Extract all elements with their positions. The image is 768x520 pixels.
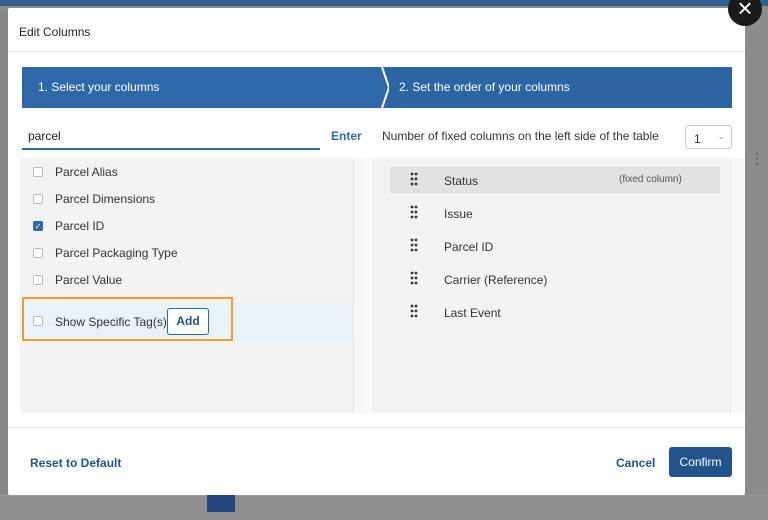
stepper: 2. Set the order of your columns 1. Sele… xyxy=(22,67,732,108)
search-input[interactable] xyxy=(22,124,320,150)
confirm-button[interactable]: Confirm xyxy=(669,447,732,477)
list-item[interactable]: Parcel Value xyxy=(20,266,365,293)
order-item-label: Status xyxy=(444,174,479,188)
reset-to-default-button[interactable]: Reset to Default xyxy=(30,456,121,470)
order-item-status[interactable]: Status (fixed column) xyxy=(390,167,720,193)
checkbox[interactable] xyxy=(33,248,43,258)
carrier-logo-icon xyxy=(207,492,235,512)
order-item[interactable]: Last Event xyxy=(390,299,720,325)
step-2-label: 2. Set the order of your columns xyxy=(399,80,570,94)
order-right-scrollbar[interactable] xyxy=(730,158,745,413)
drag-handle-icon[interactable] xyxy=(410,238,418,252)
drag-handle-icon[interactable] xyxy=(410,205,418,219)
fixed-columns-select[interactable]: 1 ⌄ xyxy=(685,125,732,149)
available-columns-list: Parcel Alias Parcel Dimensions ✓ Parcel … xyxy=(20,158,365,413)
chevron-down-icon: ⌄ xyxy=(717,131,725,141)
step-1-label: 1. Select your columns xyxy=(38,80,160,94)
modal-header: Edit Columns xyxy=(8,8,745,52)
step-arrow-icon xyxy=(371,67,389,108)
edit-columns-modal: Edit Columns 2. Set the order of your co… xyxy=(8,8,745,495)
search-row: Enter xyxy=(22,124,362,158)
order-item-label: Parcel ID xyxy=(444,240,494,254)
order-item-label: Issue xyxy=(444,207,473,221)
background-footer-row xyxy=(0,492,768,520)
list-item[interactable]: ✓ Parcel ID xyxy=(20,212,365,239)
column-label: Parcel Value xyxy=(55,273,123,287)
drag-handle-icon[interactable] xyxy=(410,172,418,186)
column-label: Parcel Dimensions xyxy=(55,192,156,206)
list-item[interactable]: Parcel Packaging Type xyxy=(20,239,365,266)
checkbox-checked[interactable]: ✓ xyxy=(33,221,43,231)
enter-button[interactable]: Enter xyxy=(331,129,362,143)
checkbox[interactable] xyxy=(33,167,43,177)
step-1[interactable]: 1. Select your columns xyxy=(22,67,382,108)
background-menu-icon: ⋮ xyxy=(750,150,764,166)
list-item[interactable]: Parcel Dimensions xyxy=(20,185,365,212)
fixed-columns-value: 1 xyxy=(694,132,701,146)
fixed-column-note: (fixed column) xyxy=(619,174,682,185)
order-item[interactable]: Carrier (Reference) xyxy=(390,266,720,292)
checkbox[interactable] xyxy=(33,194,43,204)
order-item[interactable]: Issue xyxy=(390,200,720,226)
column-label: Parcel Alias xyxy=(55,165,118,179)
checkbox[interactable] xyxy=(33,275,43,285)
background-left-edge xyxy=(0,10,8,520)
background-topbar xyxy=(0,0,768,6)
step-2[interactable]: 2. Set the order of your columns xyxy=(377,67,732,108)
column-label: Parcel ID xyxy=(55,219,105,233)
order-item[interactable]: Parcel ID xyxy=(390,233,720,259)
drag-handle-icon[interactable] xyxy=(410,304,418,318)
cancel-button[interactable]: Cancel xyxy=(616,456,655,470)
ordered-columns-list: Status (fixed column) Issue Parcel ID Ca… xyxy=(372,158,730,413)
drag-handle-icon[interactable] xyxy=(410,271,418,285)
column-label: Parcel Packaging Type xyxy=(55,246,178,260)
order-item-label: Last Event xyxy=(444,306,501,320)
fixed-columns-label: Number of fixed columns on the left side… xyxy=(382,129,659,143)
order-item-label: Carrier (Reference) xyxy=(444,273,548,287)
modal-footer: Reset to Default Cancel Confirm xyxy=(8,427,745,495)
list-item[interactable]: Parcel Alias xyxy=(20,158,365,185)
highlight-box xyxy=(22,297,233,341)
modal-title: Edit Columns xyxy=(19,25,91,39)
